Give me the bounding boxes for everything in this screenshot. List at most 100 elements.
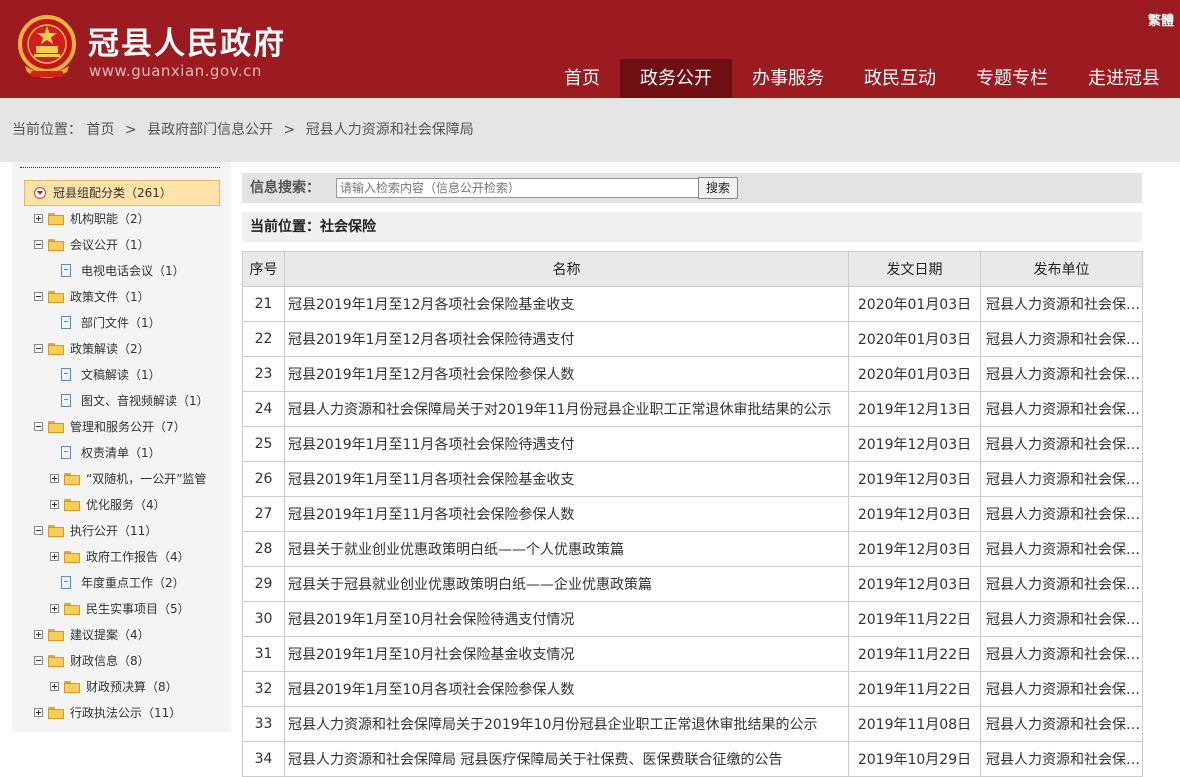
publishing-unit: 冠县人力资源和社会保障局 — [980, 636, 1143, 672]
site-header: 冠县人民政府 www.guanxian.gov.cn 繁體 首页 政务公开 办事… — [0, 0, 1180, 98]
document-title-link[interactable]: 冠县2019年1月至11月各项社会保险待遇支付 — [284, 426, 849, 462]
document-icon — [61, 576, 71, 589]
breadcrumb-link-home[interactable]: 首页 — [86, 122, 114, 138]
collapse-minus-icon[interactable] — [34, 656, 43, 665]
tree-node[interactable]: 执行公开（11） — [34, 520, 220, 542]
tree-node-label: 执行公开（11） — [70, 524, 158, 538]
collapse-minus-icon[interactable] — [34, 292, 43, 301]
publishing-unit: 冠县人力资源和社会保障局 — [980, 391, 1143, 427]
collapse-minus-icon[interactable] — [34, 240, 43, 249]
tree-node[interactable]: 部门文件（1） — [50, 312, 220, 334]
tree-node[interactable]: 年度重点工作（2） — [50, 572, 220, 594]
tree-node[interactable]: 管理和服务公开（7） — [34, 416, 220, 438]
nav-home[interactable]: 首页 — [544, 59, 620, 98]
publish-date: 2020年01月03日 — [848, 356, 981, 392]
expand-plus-icon[interactable] — [50, 682, 59, 691]
tree-node[interactable]: 政策解读（2） — [34, 338, 220, 360]
category-sidebar: 冠县组配分类（261） 机构职能（2） 会议公开（1） 电视电话会议（1） 政策文件（… — [12, 162, 231, 732]
tree-node[interactable]: 政府工作报告（4） — [50, 546, 220, 568]
nav-services[interactable]: 办事服务 — [732, 59, 844, 98]
collapse-minus-icon[interactable] — [34, 526, 43, 535]
tree-node[interactable]: 图文、音视频解读（1） — [50, 390, 220, 412]
tree-node-label: 会议公开（1） — [70, 238, 150, 252]
expand-plus-icon[interactable] — [34, 708, 43, 717]
expand-plus-icon[interactable] — [50, 552, 59, 561]
folder-icon — [48, 707, 64, 719]
publishing-unit: 冠县人力资源和社会保障局 — [980, 426, 1143, 462]
tree-node-label: 财政预决算（8） — [86, 680, 178, 694]
publishing-unit: 冠县人力资源和社会保障局 — [980, 461, 1143, 497]
folder-icon — [48, 655, 64, 667]
tree-node[interactable]: “双随机，一公开”监管 — [50, 468, 220, 490]
tree-node[interactable]: 权责清单（1） — [50, 442, 220, 464]
document-title-link[interactable]: 冠县人力资源和社会保障局关于2019年10月份冠县企业职工正常退休审批结果的公示 — [284, 706, 849, 742]
search-input[interactable]: 请输入检索内容（信息公开检索） — [336, 178, 704, 198]
national-emblem-icon[interactable] — [17, 14, 77, 80]
tree-node[interactable]: 会议公开（1） — [34, 234, 220, 256]
tree-node[interactable]: 优化服务（4） — [50, 494, 220, 516]
nav-government-affairs[interactable]: 政务公开 — [620, 59, 732, 98]
document-title-link[interactable]: 冠县2019年1月至12月各项社会保险待遇支付 — [284, 321, 849, 357]
table-row: 21 冠县2019年1月至12月各项社会保险基金收支 2020年01月03日 冠县人力… — [242, 286, 1143, 322]
document-icon — [61, 264, 71, 277]
tree-node-label: 民生实事项目（5） — [86, 602, 190, 616]
publish-date: 2019年12月03日 — [848, 461, 981, 497]
search-button[interactable]: 搜索 — [698, 177, 738, 199]
collapse-circle-icon[interactable] — [34, 187, 46, 199]
document-title-link[interactable]: 冠县2019年1月至10月社会保险待遇支付情况 — [284, 601, 849, 637]
document-title-link[interactable]: 冠县关于冠县就业创业优惠政策明白纸——企业优惠政策篇 — [284, 566, 849, 602]
document-title-link[interactable]: 冠县人力资源和社会保障局 冠县医疗保障局关于社保费、医保费联合征缴的公告 — [284, 741, 849, 777]
publish-date: 2019年12月03日 — [848, 426, 981, 462]
nav-interaction[interactable]: 政民互动 — [844, 59, 956, 98]
tree-node[interactable]: 建议提案（4） — [34, 624, 220, 646]
publish-date: 2019年12月13日 — [848, 391, 981, 427]
publishing-unit: 冠县人力资源和社会保障局 — [980, 671, 1143, 707]
document-title-link[interactable]: 冠县2019年1月至10月社会保险基金收支情况 — [284, 636, 849, 672]
document-title-link[interactable]: 冠县2019年1月至12月各项社会保险参保人数 — [284, 356, 849, 392]
tree-node[interactable]: 电视电话会议（1） — [50, 260, 220, 282]
tree-node[interactable]: 文稿解读（1） — [50, 364, 220, 386]
tree-node-label: 图文、音视频解读（1） — [81, 394, 209, 408]
folder-icon — [48, 343, 64, 355]
column-header-date: 发文日期 — [848, 251, 981, 287]
document-title-link[interactable]: 冠县2019年1月至11月各项社会保险基金收支 — [284, 461, 849, 497]
expand-plus-icon[interactable] — [34, 214, 43, 223]
tree-node[interactable]: 行政执法公示（11） — [34, 702, 220, 724]
expand-plus-icon[interactable] — [50, 604, 59, 613]
document-title-link[interactable]: 冠县2019年1月至10月各项社会保险参保人数 — [284, 671, 849, 707]
collapse-minus-icon[interactable] — [34, 344, 43, 353]
publish-date: 2019年12月03日 — [848, 496, 981, 532]
folder-icon — [48, 629, 64, 641]
expand-plus-icon[interactable] — [34, 630, 43, 639]
document-title-link[interactable]: 冠县关于就业创业优惠政策明白纸——个人优惠政策篇 — [284, 531, 849, 567]
table-row: 26 冠县2019年1月至11月各项社会保险基金收支 2019年12月03日 冠县人力… — [242, 461, 1143, 497]
collapse-minus-icon[interactable] — [34, 422, 43, 431]
document-title-link[interactable]: 冠县2019年1月至11月各项社会保险参保人数 — [284, 496, 849, 532]
column-header-number: 序号 — [242, 251, 285, 287]
breadcrumb-link-dept-info[interactable]: 县政府部门信息公开 — [147, 122, 273, 138]
document-title-link[interactable]: 冠县人力资源和社会保障局关于对2019年11月份冠县企业职工正常退休审批结果的公… — [284, 391, 849, 427]
site-url: www.guanxian.gov.cn — [89, 62, 262, 80]
expand-plus-icon[interactable] — [50, 474, 59, 483]
publishing-unit: 冠县人力资源和社会保障局 — [980, 601, 1143, 637]
tree-node-label: 政策解读（2） — [70, 342, 150, 356]
tree-node[interactable]: 民生实事项目（5） — [50, 598, 220, 620]
document-icon — [61, 368, 71, 381]
breadcrumb-separator: > — [283, 122, 296, 138]
traditional-chinese-link[interactable]: 繁體 — [1148, 10, 1174, 29]
tree-root-item[interactable]: 冠县组配分类（261） — [24, 180, 220, 206]
nav-topics[interactable]: 专题专栏 — [956, 59, 1068, 98]
row-number: 22 — [242, 321, 285, 357]
main-nav: 首页 政务公开 办事服务 政民互动 专题专栏 走进冠县 — [544, 59, 1180, 98]
tree-node[interactable]: 财政信息（8） — [34, 650, 220, 672]
tree-root-label: 冠县组配分类（261） — [53, 186, 172, 200]
tree-node[interactable]: 财政预决算（8） — [50, 676, 220, 698]
document-icon — [61, 394, 71, 407]
document-title-link[interactable]: 冠县2019年1月至12月各项社会保险基金收支 — [284, 286, 849, 322]
nav-about[interactable]: 走进冠县 — [1068, 59, 1180, 98]
table-row: 34 冠县人力资源和社会保障局 冠县医疗保障局关于社保费、医保费联合征缴的公告 20… — [242, 741, 1143, 777]
tree-node[interactable]: 机构职能（2） — [34, 208, 220, 230]
breadcrumb-link-hr-bureau[interactable]: 冠县人力资源和社会保障局 — [306, 122, 474, 138]
tree-node[interactable]: 政策文件（1） — [34, 286, 220, 308]
expand-plus-icon[interactable] — [50, 500, 59, 509]
